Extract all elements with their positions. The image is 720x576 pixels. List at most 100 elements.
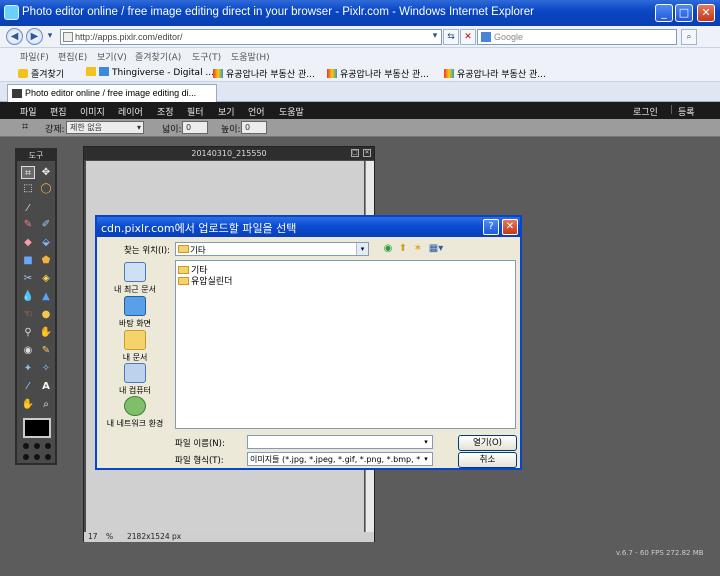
drawing-tool-icon[interactable]: ✂ bbox=[21, 272, 35, 285]
open-button[interactable]: 열기(O) bbox=[458, 435, 517, 451]
smudge-tool-icon[interactable]: ☜ bbox=[21, 308, 35, 321]
wand-tool-icon[interactable]: ⁄ bbox=[21, 202, 35, 215]
new-folder-icon[interactable]: ✶ bbox=[412, 243, 424, 255]
height-label: 높이: bbox=[221, 125, 241, 135]
place-recent[interactable]: 내 최근 문서 bbox=[100, 262, 170, 295]
pixlr-menu-help[interactable]: 도움말 bbox=[279, 105, 304, 118]
place-desktop[interactable]: 바탕 화면 bbox=[100, 296, 170, 329]
heal-tool-icon[interactable]: ◈ bbox=[39, 272, 53, 285]
pixlr-menu-view[interactable]: 보기 bbox=[218, 105, 235, 118]
tab-strip: Photo editor online / free image editing… bbox=[0, 82, 720, 102]
menu-tools[interactable]: 도구(T) bbox=[192, 50, 221, 63]
search-icon[interactable]: ⌕ bbox=[681, 29, 697, 45]
menu-help[interactable]: 도움말(H) bbox=[231, 50, 270, 63]
menu-file[interactable]: 파일(F) bbox=[20, 50, 49, 63]
pixlr-menu-layer[interactable]: 레이어 bbox=[118, 105, 143, 118]
redeye-tool-icon[interactable]: ◉ bbox=[21, 344, 35, 357]
burn-tool-icon[interactable]: ✋ bbox=[39, 326, 53, 339]
go-icon[interactable]: ⇆ bbox=[443, 29, 459, 45]
register-link[interactable]: 등록 bbox=[678, 105, 695, 118]
place-my-documents[interactable]: 내 문서 bbox=[100, 330, 170, 363]
chevron-down-icon: ▾ bbox=[136, 123, 141, 132]
maximize-button[interactable]: □ bbox=[675, 4, 693, 22]
nav-dropdown-icon[interactable]: ▾ bbox=[44, 29, 56, 45]
zoom-value[interactable]: 17 bbox=[88, 532, 98, 542]
favorite-link-1[interactable]: Thingiverse - Digital ... bbox=[86, 67, 214, 78]
pinch-tool-icon[interactable]: ✧ bbox=[39, 362, 53, 375]
menu-view[interactable]: 보기(V) bbox=[97, 50, 127, 63]
pixlr-menu-edit[interactable]: 편집 bbox=[50, 105, 67, 118]
menu-edit[interactable]: 편집(E) bbox=[58, 50, 87, 63]
back-icon[interactable]: ◀ bbox=[6, 28, 23, 45]
cancel-button[interactable]: 취소 bbox=[458, 452, 517, 468]
mode-select[interactable]: 제한 없음 ▾ bbox=[66, 121, 144, 134]
marquee-tool-icon[interactable]: ⬚ bbox=[21, 182, 35, 195]
back-icon[interactable]: ◉ bbox=[382, 243, 394, 255]
minimize-button[interactable]: _ bbox=[655, 4, 673, 22]
swatch-controls[interactable] bbox=[22, 442, 52, 462]
lasso-tool-icon[interactable]: ◯ bbox=[39, 182, 53, 195]
close-button[interactable]: ✕ bbox=[697, 4, 715, 22]
place-network[interactable]: 내 네트워크 환경 bbox=[100, 396, 170, 429]
favorite-link-4[interactable]: 유공압나라 부동산 관... bbox=[444, 67, 546, 80]
dialog-close-button[interactable]: ✕ bbox=[502, 219, 518, 235]
view-menu-icon[interactable]: ▦▾ bbox=[427, 243, 445, 255]
width-input[interactable]: 0 bbox=[182, 121, 208, 134]
look-in-select[interactable]: 기타 ▾ bbox=[175, 242, 369, 256]
stop-icon[interactable]: ✕ bbox=[460, 29, 476, 45]
search-input[interactable]: Google bbox=[477, 29, 677, 45]
height-input[interactable]: 0 bbox=[241, 121, 267, 134]
page-icon bbox=[63, 32, 73, 42]
favorites-button[interactable]: 즐겨찾기 bbox=[18, 67, 64, 80]
status-info: v.6.7 - 60 FPS 272.82 MB bbox=[616, 549, 704, 557]
favorite-link-2[interactable]: 유공압나라 부동산 관... bbox=[213, 67, 315, 80]
image-window-title: 20140310_215550 bbox=[84, 147, 374, 160]
favorite-link-3[interactable]: 유공압나라 부동산 관... bbox=[327, 67, 429, 80]
filename-label: 파일 이름(N): bbox=[175, 439, 225, 449]
filetype-select[interactable]: 이미지들 (*.jpg, *.jpeg, *.gif, *.png, *.bmp… bbox=[247, 452, 433, 466]
recent-documents-icon bbox=[124, 262, 146, 282]
help-button[interactable]: ? bbox=[483, 219, 499, 235]
pixlr-menu-image[interactable]: 이미지 bbox=[80, 105, 105, 118]
dodge-tool-icon[interactable]: ⚲ bbox=[21, 326, 35, 339]
close-icon[interactable]: ✕ bbox=[363, 149, 371, 157]
login-link[interactable]: 로그인 bbox=[633, 105, 658, 118]
spot-tool-icon[interactable]: ✎ bbox=[39, 344, 53, 357]
pixlr-menu-filter[interactable]: 필터 bbox=[187, 105, 204, 118]
sponge-tool-icon[interactable]: ● bbox=[39, 308, 53, 321]
maximize-icon[interactable]: □ bbox=[351, 149, 359, 157]
pixlr-menu-file[interactable]: 파일 bbox=[20, 105, 37, 118]
bloat-tool-icon[interactable]: ✦ bbox=[21, 362, 35, 375]
filename-input[interactable]: ▾ bbox=[247, 435, 433, 449]
drop-tool-icon[interactable]: 💧 bbox=[21, 290, 35, 303]
up-folder-icon[interactable]: ⬆ bbox=[397, 243, 409, 255]
stamp-tool-icon[interactable]: ⬟ bbox=[39, 254, 53, 267]
crop-tool-icon[interactable]: ⌗ bbox=[21, 166, 35, 179]
brush-tool-icon[interactable]: ✐ bbox=[39, 218, 53, 231]
pencil-tool-icon[interactable]: ✎ bbox=[21, 218, 35, 231]
menu-favorites[interactable]: 즐겨찾기(A) bbox=[135, 50, 181, 63]
hand-tool-icon[interactable]: ✋ bbox=[21, 398, 35, 411]
address-bar-row: ◀ ▶ ▾ http://apps.pixlr.com/editor/ ▾ ⇆ … bbox=[0, 26, 720, 48]
browser-title-bar: Photo editor online / free image editing… bbox=[0, 0, 720, 26]
dot-icon bbox=[45, 443, 51, 449]
color-swatch[interactable] bbox=[23, 418, 51, 438]
sharpen-tool-icon[interactable]: ▲ bbox=[39, 290, 53, 303]
address-dropdown-icon[interactable]: ▾ bbox=[427, 29, 443, 45]
move-tool-icon[interactable]: ✥ bbox=[39, 166, 53, 179]
bucket-tool-icon[interactable]: ⬙ bbox=[39, 236, 53, 249]
chevron-down-icon: ▾ bbox=[356, 243, 368, 255]
list-item[interactable]: 유압실린더 bbox=[178, 274, 232, 287]
colorpicker-tool-icon[interactable]: ⁄ bbox=[21, 380, 35, 393]
zoom-tool-icon[interactable]: ⌕ bbox=[39, 398, 53, 411]
place-my-computer[interactable]: 내 컴퓨터 bbox=[100, 363, 170, 396]
forward-icon[interactable]: ▶ bbox=[26, 28, 43, 45]
eraser-tool-icon[interactable]: ◆ bbox=[21, 236, 35, 249]
pixlr-menu-adjust[interactable]: 조정 bbox=[157, 105, 174, 118]
pixlr-menu-language[interactable]: 언어 bbox=[248, 105, 265, 118]
tab-pixlr[interactable]: Photo editor online / free image editing… bbox=[7, 84, 217, 102]
type-tool-icon[interactable]: A bbox=[39, 380, 53, 393]
address-input[interactable]: http://apps.pixlr.com/editor/ bbox=[60, 29, 442, 45]
file-list[interactable]: 기타 유압실린더 bbox=[175, 260, 516, 429]
gradient-tool-icon[interactable]: ■ bbox=[21, 254, 35, 267]
